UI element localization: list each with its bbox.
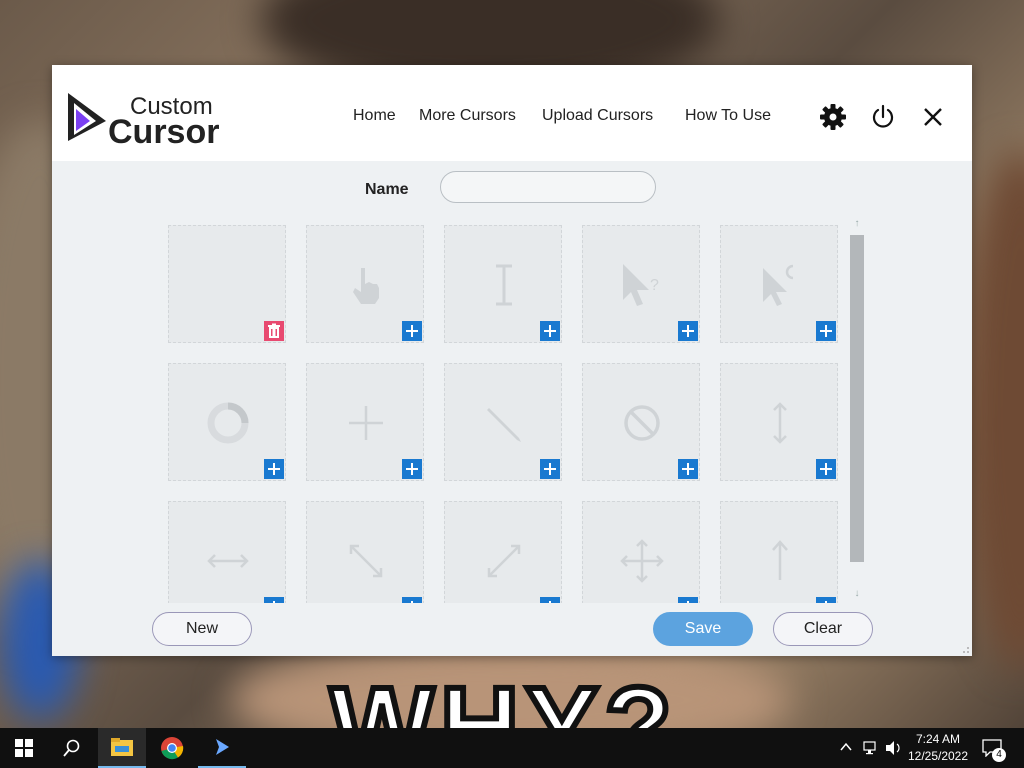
cursor-slot-handwriting[interactable] (444, 363, 562, 481)
app-logo[interactable]: Custom Cursor (66, 91, 256, 151)
notification-count-badge: 4 (992, 748, 1006, 762)
cursor-slot-diagonal-resize-2[interactable] (444, 501, 562, 603)
search-icon (63, 739, 80, 757)
logo-text-bottom: Cursor (108, 113, 220, 151)
cursor-slot-diagonal-resize-1[interactable] (306, 501, 424, 603)
add-button[interactable] (264, 597, 284, 603)
crosshair-icon (349, 406, 383, 440)
text-beam-icon (496, 264, 512, 306)
cursor-slot-link[interactable] (306, 225, 424, 343)
scrollbar-thumb[interactable] (850, 235, 864, 562)
new-button[interactable]: New (152, 612, 252, 646)
cursor-slot-unavailable[interactable] (582, 363, 700, 481)
cursor-slot-move[interactable] (582, 501, 700, 603)
scroll-up-arrow-icon[interactable]: ↑ (851, 218, 863, 230)
resize-grip-icon[interactable] (960, 644, 970, 654)
start-button[interactable] (0, 728, 48, 768)
nav-more-cursors[interactable]: More Cursors (419, 107, 516, 125)
cursor-slot-working[interactable] (720, 225, 838, 343)
move-icon (620, 539, 664, 583)
cursor-slot-normal[interactable] (168, 225, 286, 343)
cursor-slot-alternate[interactable] (720, 501, 838, 603)
grid-scrollbar[interactable]: ↑ ↓ (848, 218, 866, 602)
add-button[interactable] (816, 459, 836, 479)
vertical-resize-icon (773, 402, 787, 444)
cursor-slot-busy[interactable] (168, 363, 286, 481)
cursor-slot-horizontal-resize[interactable] (168, 501, 286, 603)
app-header: Custom Cursor Home More Cursors Upload C… (52, 65, 972, 161)
taskbar-custom-cursor[interactable] (198, 728, 246, 768)
name-input[interactable] (440, 171, 656, 203)
network-icon[interactable] (863, 740, 879, 756)
custom-cursor-app-icon (216, 739, 229, 755)
add-button[interactable] (402, 597, 422, 603)
add-button[interactable] (264, 459, 284, 479)
cursor-slot-vertical-resize[interactable] (720, 363, 838, 481)
custom-cursor-window: Custom Cursor Home More Cursors Upload C… (52, 65, 972, 656)
taskbar: 7:24 AM 12/25/2022 4 (0, 728, 1024, 768)
nav-how-to-use[interactable]: How To Use (685, 107, 771, 125)
logo-arrow-icon (68, 93, 106, 141)
taskbar-chrome[interactable] (148, 728, 196, 768)
nav-home[interactable]: Home (353, 107, 396, 125)
close-icon[interactable] (919, 103, 947, 131)
cursor-slot-precision[interactable] (306, 363, 424, 481)
add-button[interactable] (678, 597, 698, 603)
add-button[interactable] (540, 597, 560, 603)
hand-pointer-icon (353, 268, 379, 304)
search-button[interactable] (48, 728, 96, 768)
scroll-down-arrow-icon[interactable]: ↓ (851, 588, 863, 600)
name-label: Name (365, 181, 409, 198)
chrome-icon (161, 737, 184, 760)
windows-logo-icon (15, 739, 33, 757)
cursor-grid: ? (168, 225, 848, 603)
wallpaper-caption: WHY? (327, 665, 678, 729)
delete-button[interactable] (264, 321, 284, 341)
add-button[interactable] (816, 321, 836, 341)
clock-date[interactable]: 12/25/2022 (906, 749, 970, 763)
add-button[interactable] (678, 459, 698, 479)
file-explorer-icon (111, 738, 133, 756)
volume-icon[interactable] (885, 740, 903, 756)
add-button[interactable] (402, 321, 422, 341)
horizontal-resize-icon (207, 554, 249, 568)
help-cursor-icon: ? (623, 264, 659, 306)
add-button[interactable] (678, 321, 698, 341)
chevron-up-icon[interactable] (840, 741, 852, 753)
clear-button[interactable]: Clear (773, 612, 873, 646)
working-cursor-icon (763, 264, 794, 306)
add-button[interactable] (402, 459, 422, 479)
nav-upload-cursors[interactable]: Upload Cursors (542, 107, 653, 125)
add-button[interactable] (540, 321, 560, 341)
diagonal-resize-1-icon (349, 544, 383, 578)
clock-time[interactable]: 7:24 AM (906, 732, 970, 746)
cursor-slot-help[interactable]: ? (582, 225, 700, 343)
save-button[interactable]: Save (653, 612, 753, 646)
cursor-slot-text[interactable] (444, 225, 562, 343)
trash-icon (268, 323, 280, 338)
unavailable-icon (624, 405, 660, 441)
gear-icon[interactable] (819, 103, 847, 131)
busy-ring-icon (207, 402, 249, 444)
add-button[interactable] (816, 597, 836, 603)
power-icon[interactable] (869, 103, 897, 131)
diagonal-resize-2-icon (487, 544, 521, 578)
taskbar-file-explorer[interactable] (98, 728, 146, 768)
svg-text:?: ? (650, 277, 659, 294)
pen-icon (487, 408, 521, 442)
alternate-select-icon (772, 540, 788, 580)
add-button[interactable] (540, 459, 560, 479)
